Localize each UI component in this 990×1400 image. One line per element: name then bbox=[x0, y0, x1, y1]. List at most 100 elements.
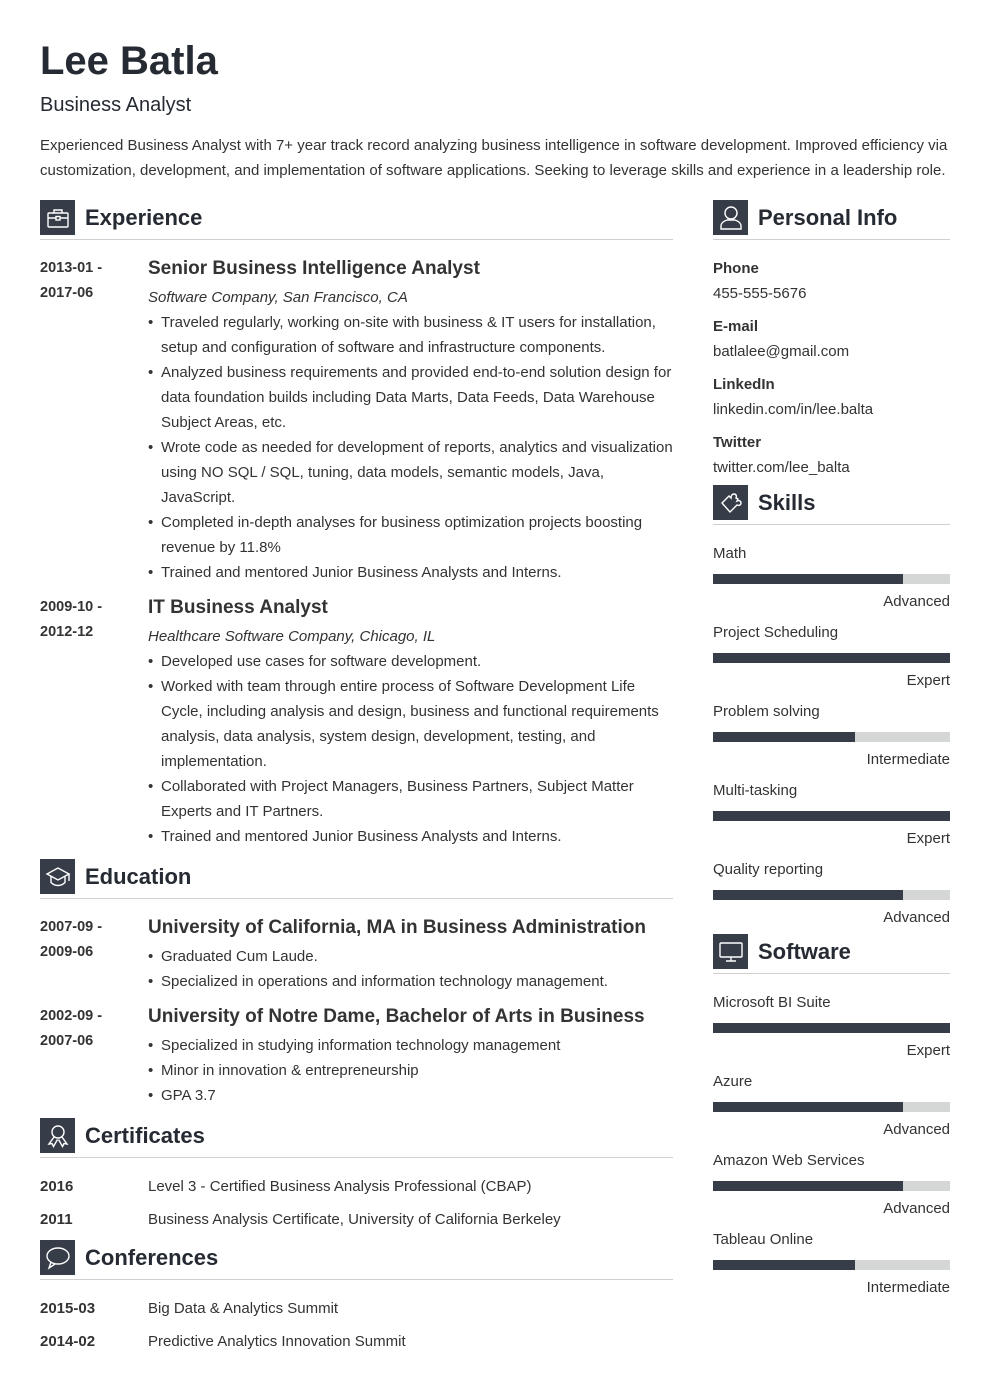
bullet-text: Minor in innovation & entrepreneurship bbox=[161, 1062, 419, 1079]
date-end: 2012-12 bbox=[40, 624, 94, 640]
info-value-linkedin: linkedin.com/in/lee.balta bbox=[713, 401, 874, 418]
skill-level-label: Advanced bbox=[883, 593, 950, 610]
skills-item: Multi-tasking Expert bbox=[713, 778, 950, 851]
skill-level-label: Expert bbox=[906, 672, 950, 689]
right-column: Personal Info Phone 455-555-5676 E-mail bat… bbox=[713, 200, 950, 1362]
summary: Experienced Business Analyst with 7+ yea… bbox=[40, 137, 948, 179]
section-title: Software bbox=[758, 938, 851, 964]
bullet-dot: • bbox=[148, 564, 154, 581]
bullet-text: Collaborated with Project Managers, Busi… bbox=[161, 778, 634, 820]
info-label-phone: Phone bbox=[713, 260, 759, 277]
section-header: Software bbox=[713, 934, 950, 974]
skill-name: Microsoft BI Suite bbox=[713, 994, 831, 1011]
briefcase-icon bbox=[40, 200, 75, 235]
row-date: 2016 bbox=[40, 1178, 74, 1195]
conferences-section: Conferences 2015-03 Big Data & Analytics … bbox=[40, 1240, 673, 1354]
skill-level-fill bbox=[713, 1260, 856, 1270]
info-label-twitter: Twitter bbox=[713, 434, 762, 451]
bullet-list: • Developed use cases for software develo… bbox=[148, 649, 673, 849]
bullet-item: • Analyzed business requirements and prov… bbox=[148, 360, 673, 435]
education-section: Education 2007-09 - 2009-06 University of … bbox=[40, 859, 673, 1108]
skill-level-bar bbox=[713, 811, 950, 821]
section-header: Personal Info bbox=[713, 200, 950, 240]
date-end: 2009-06 bbox=[40, 944, 94, 960]
skill-level-label: Intermediate bbox=[866, 1279, 950, 1296]
bullet-item: • Worked with team through entire process… bbox=[148, 674, 673, 774]
section-header: Education bbox=[40, 859, 673, 899]
skill-level-label: Advanced bbox=[883, 1121, 950, 1138]
award-ribbon-icon bbox=[40, 1118, 75, 1153]
candidate-name: Lee Batla bbox=[40, 39, 218, 83]
section-header: Conferences bbox=[40, 1240, 673, 1280]
skills-item: Math Advanced bbox=[713, 541, 950, 614]
education-entry: 2002-09 - 2007-06 University of Notre Dame… bbox=[40, 1004, 673, 1108]
bullet-list: • Traveled regularly, working on-site wit… bbox=[148, 310, 673, 585]
bullet-text: Trained and mentored Junior Business Ana… bbox=[161, 828, 562, 845]
skill-level-bar bbox=[713, 732, 950, 742]
date-range: 2013-01 - 2017-06 bbox=[40, 256, 148, 585]
bullet-item: • Collaborated with Project Managers, Bus… bbox=[148, 774, 673, 824]
bullet-dot: • bbox=[148, 364, 154, 381]
date-start: 2009-10 - bbox=[40, 599, 103, 615]
row-text: Predictive Analytics Innovation Summit bbox=[148, 1333, 406, 1350]
bullet-list: • Graduated Cum Laude. • Specialized in ope… bbox=[148, 944, 673, 994]
conferences-row: 2014-02 Predictive Analytics Innovation S… bbox=[40, 1329, 673, 1354]
date-start: 2007-09 - bbox=[40, 919, 103, 935]
skills-item: Quality reporting Advanced bbox=[713, 857, 950, 930]
skill-name: Quality reporting bbox=[713, 861, 824, 878]
entry-body: University of California, MA in Business… bbox=[148, 915, 673, 994]
section-title: Certificates bbox=[85, 1122, 205, 1148]
section-title: Conferences bbox=[85, 1244, 219, 1270]
info-label-linkedin: LinkedIn bbox=[713, 376, 775, 393]
bullet-text: Worked with team through entire process … bbox=[161, 678, 659, 770]
section-header: Certificates bbox=[40, 1118, 673, 1158]
skill-level-label: Expert bbox=[906, 830, 950, 847]
skill-level-label: Expert bbox=[906, 1042, 950, 1059]
software-item: Microsoft BI Suite Expert bbox=[713, 990, 950, 1063]
row-date: 2015-03 bbox=[40, 1300, 96, 1317]
certificates-section: Certificates 2016 Level 3 - Certified Bus… bbox=[40, 1118, 673, 1232]
skill-level-bar bbox=[713, 1102, 950, 1112]
bullet-dot: • bbox=[148, 1062, 154, 1079]
date-range: 2002-09 - 2007-06 bbox=[40, 1004, 148, 1108]
row-date: 2014-02 bbox=[40, 1333, 96, 1350]
bullet-text: Specialized in studying information tech… bbox=[161, 1037, 561, 1054]
bullet-item: • GPA 3.7 bbox=[148, 1083, 673, 1108]
date-start: 2013-01 - bbox=[40, 260, 103, 276]
section-title: Education bbox=[85, 863, 192, 889]
education-entry: 2007-09 - 2009-06 University of California… bbox=[40, 915, 673, 994]
info-value-email: batlalee@gmail.com bbox=[713, 343, 850, 360]
info-value-twitter: twitter.com/lee_balta bbox=[713, 459, 850, 476]
entry-title: University of Notre Dame, Bachelor of Ar… bbox=[148, 1006, 645, 1027]
bullet-item: • Completed in-depth analyses for busines… bbox=[148, 510, 673, 560]
experience-entry: 2013-01 - 2017-06 Senior Business Intellig… bbox=[40, 256, 673, 585]
date-end: 2017-06 bbox=[40, 285, 94, 301]
bullet-item: • Graduated Cum Laude. bbox=[148, 944, 673, 969]
bullet-dot: • bbox=[148, 973, 154, 990]
personal-info-section: Personal Info Phone 455-555-5676 E-mail bat… bbox=[713, 200, 950, 480]
skill-name: Azure bbox=[713, 1073, 753, 1090]
row-date: 2011 bbox=[40, 1211, 73, 1228]
bullet-item: • Wrote code as needed for development of… bbox=[148, 435, 673, 510]
experience-section: Experience 2013-01 - 2017-06 Senior Busine… bbox=[40, 200, 673, 849]
skill-level-fill bbox=[713, 811, 950, 821]
bullet-text: Graduated Cum Laude. bbox=[161, 948, 318, 965]
bullet-dot: • bbox=[148, 1037, 154, 1054]
experience-entry: 2009-10 - 2012-12 IT Business Analyst Healt… bbox=[40, 595, 673, 849]
row-text: Big Data & Analytics Summit bbox=[148, 1300, 339, 1317]
row-text: Level 3 - Certified Business Analysis Pr… bbox=[148, 1178, 532, 1195]
skill-level-label: Advanced bbox=[883, 909, 950, 926]
skill-level-fill bbox=[713, 890, 903, 900]
skill-level-fill bbox=[713, 1023, 950, 1033]
section-header: Skills bbox=[713, 485, 950, 525]
bullet-dot: • bbox=[148, 314, 154, 331]
conferences-row: 2015-03 Big Data & Analytics Summit bbox=[40, 1296, 673, 1321]
bullet-list: • Specialized in studying information tec… bbox=[148, 1033, 673, 1108]
skill-name: Multi-tasking bbox=[713, 782, 798, 799]
candidate-title: Business Analyst bbox=[40, 94, 192, 116]
entry-body: University of Notre Dame, Bachelor of Ar… bbox=[148, 1004, 673, 1108]
skills-item: Problem solving Intermediate bbox=[713, 699, 950, 772]
skill-level-bar bbox=[713, 890, 950, 900]
skill-level-bar bbox=[713, 653, 950, 663]
skill-name: Amazon Web Services bbox=[713, 1152, 865, 1169]
